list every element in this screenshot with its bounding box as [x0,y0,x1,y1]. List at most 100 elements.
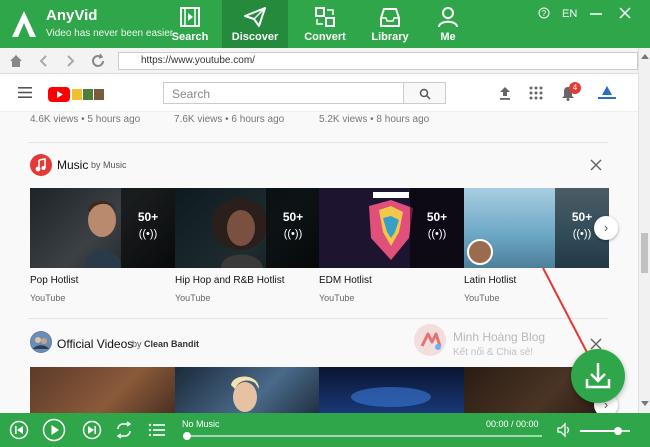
tab-convert-label: Convert [304,31,346,43]
playlist-count-overlay: 50+ ((•)) [266,188,320,268]
shelf-divider [28,318,608,319]
playlist-thumbnail[interactable]: 50+ ((•)) [30,188,175,268]
tab-discover[interactable]: Discover [222,0,288,48]
tab-me-label: Me [440,31,456,43]
tab-library-label: Library [371,31,409,43]
tab-search-label: Search [171,31,209,43]
video-thumbnail[interactable] [319,367,464,413]
search-icon [419,88,431,100]
youtube-header: Search 4 [0,74,638,112]
tab-convert[interactable]: Convert [292,0,358,48]
playlist-thumbnail[interactable]: 50+ ((•)) [464,188,609,268]
forward-icon[interactable] [62,53,78,69]
playlist-channel[interactable]: YouTube [319,293,354,303]
playlist-thumbnail[interactable]: 50+ ((•)) [175,188,320,268]
watermark-title: Minh Hoàng Blog [453,330,546,344]
download-button[interactable] [571,349,625,403]
menu-icon[interactable] [18,87,32,98]
youtube-feed: 4.6K views • 5 hours ago 7.6K views • 6 … [0,112,638,413]
playlist-count-overlay: 50+ ((•)) [410,188,464,268]
minimize-icon[interactable] [590,12,602,16]
app-name: AnyVid [46,7,98,24]
playlist-count-overlay: 50+ ((•)) [121,188,175,268]
volume-handle[interactable] [613,427,622,435]
player-bar: No Music 00:00 / 00:00 [0,413,650,447]
volume-icon[interactable] [556,422,572,438]
shelf-divider [28,142,608,143]
music-channel-icon[interactable] [30,154,52,176]
shelf-title-music[interactable]: Music [57,158,88,172]
watermark-logo-icon [420,332,442,350]
playlist-title[interactable]: Hip Hop and R&B Hotlist [175,275,285,286]
svg-text:?: ? [542,9,547,18]
playlist-title[interactable]: Pop Hotlist [30,275,78,286]
back-icon[interactable] [36,53,52,69]
playlist-thumbnail[interactable]: 50+ ((•)) [319,188,464,268]
page-scrollbar[interactable] [638,48,650,413]
close-window-icon[interactable] [619,7,631,19]
tab-discover-label: Discover [231,31,279,43]
volume-slider[interactable] [580,427,630,435]
progress-bar[interactable] [186,435,542,437]
playlist-title[interactable]: EDM Hotlist [319,275,372,286]
clean-bandit-avatar[interactable] [30,331,52,353]
video-meta: 7.6K views • 6 hours ago [174,114,285,125]
video-thumbnail[interactable] [30,367,175,413]
playlist-count: 50+ [426,210,448,224]
shelf-channel-name[interactable]: Clean Bandit [144,339,199,349]
playlist-channel[interactable]: YouTube [175,293,210,303]
broadcast-icon: ((•)) [427,228,447,240]
address-bar[interactable]: https://www.youtube.com/ [118,52,638,70]
shelf-next-button[interactable]: › [594,216,618,240]
progress-handle[interactable] [183,432,191,440]
music-note-icon [35,158,46,172]
language-selector[interactable]: EN [562,8,577,20]
tab-search[interactable]: Search [157,0,223,48]
help-circle-icon: ? [538,7,550,19]
playlist-channel[interactable]: YouTube [30,293,65,303]
youtube-search-input[interactable]: Search [163,82,404,104]
help-button[interactable]: ? [538,7,550,22]
thumbnail-image [351,387,431,407]
video-thumbnail[interactable] [175,367,320,413]
convert-icon [315,7,335,27]
shelf-title-official-videos[interactable]: Official Videos [57,337,133,351]
scroll-down-icon[interactable] [641,401,649,407]
playlist-count: 50+ [137,210,159,224]
chevron-right-icon: › [603,220,609,235]
tab-library[interactable]: Library [357,0,423,48]
playlist-count: 50+ [282,210,304,224]
video-meta: 5.2K views • 8 hours ago [319,114,430,125]
playlist-icon[interactable] [147,420,167,440]
volume-level [580,430,618,432]
tab-me[interactable]: Me [415,0,481,48]
account-avatar-icon[interactable] [596,84,618,102]
blog-watermark-logo [414,324,446,356]
playlist-title[interactable]: Latin Hotlist [464,275,516,286]
broadcast-icon: ((•)) [283,228,303,240]
repeat-icon[interactable] [114,420,134,440]
notification-count-badge: 4 [569,82,581,94]
home-icon[interactable] [8,53,24,69]
scrollbar-thumb[interactable] [641,233,648,273]
youtube-search-button[interactable] [404,82,446,104]
refresh-icon[interactable] [90,53,106,69]
user-icon [438,7,458,28]
youtube-logo-icon[interactable] [48,85,106,103]
app-tagline: Video has never been easier [46,28,174,39]
watermark-subtitle: Kết nối & Chia sẻ! [453,347,534,358]
next-track-icon[interactable] [82,420,102,440]
channel-avatar-icon [31,332,51,352]
playlist-channel[interactable]: YouTube [464,293,499,303]
scroll-up-icon[interactable] [641,53,649,59]
shelf-byline: by [132,339,142,349]
previous-track-icon[interactable] [9,420,29,440]
app-header: AnyVid Video has never been easier Searc… [0,0,650,48]
browser-toolbar: https://www.youtube.com/ [0,48,650,74]
upload-icon[interactable] [497,85,513,101]
dismiss-shelf-icon[interactable] [590,159,602,171]
now-playing-title: No Music [182,419,220,429]
apps-grid-icon[interactable] [528,85,544,101]
inbox-icon [380,8,400,27]
play-icon[interactable] [42,418,66,442]
